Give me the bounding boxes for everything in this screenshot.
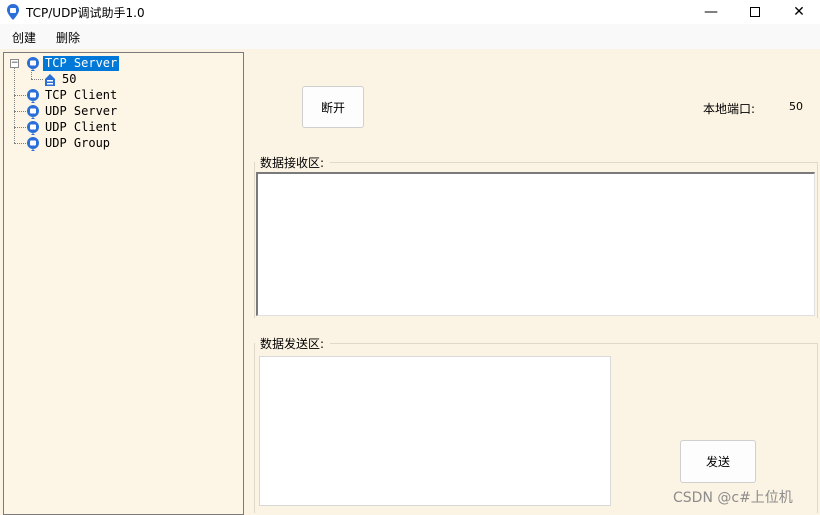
disconnect-label: 断开 — [320, 100, 345, 115]
menu-delete[interactable]: 删除 — [56, 29, 80, 46]
maximize-icon — [750, 7, 760, 17]
tree-node-tcp-server[interactable]: TCP Server — [26, 55, 120, 71]
tree-node-tcp-client[interactable]: TCP Client — [26, 87, 119, 103]
tree-connector — [14, 143, 26, 144]
menu-bar: 创建 删除 — [0, 24, 820, 49]
minimize-icon: — — [704, 4, 718, 20]
connection-tree[interactable]: − TCP Server 50 TCP Client UDP Server UD… — [3, 52, 244, 515]
tree-node-label: TCP Server — [43, 55, 120, 71]
tree-connector — [14, 127, 26, 128]
send-area-label: 数据发送区: — [260, 337, 325, 351]
menu-create[interactable]: 创建 — [12, 29, 36, 46]
maximize-button[interactable] — [732, 0, 778, 24]
window-title: TCP/UDP调试助手1.0 — [26, 6, 145, 20]
network-icon — [27, 120, 39, 135]
tree-node-udp-client[interactable]: UDP Client — [26, 119, 119, 135]
network-icon — [27, 56, 39, 71]
tree-connector — [14, 67, 15, 143]
group-border — [330, 162, 818, 163]
network-icon — [27, 104, 39, 119]
tree-node-label: UDP Client — [45, 119, 118, 134]
send-label: 发送 — [705, 455, 730, 469]
send-textbox[interactable] — [259, 356, 611, 506]
receive-area-label: 数据接收区: — [260, 156, 325, 170]
watermark: CSDN @c#上位机 — [673, 490, 793, 506]
tree-node-connection[interactable]: 50 — [43, 71, 78, 87]
app-icon — [7, 4, 19, 20]
title-bar: TCP/UDP调试助手1.0 — ✕ — [0, 0, 820, 24]
close-icon: ✕ — [793, 4, 805, 20]
tree-connector — [31, 79, 43, 80]
tree-connector — [14, 111, 26, 112]
group-border — [254, 343, 255, 513]
tree-node-label: 50 — [62, 71, 77, 86]
tree-connector — [14, 95, 26, 96]
network-icon — [27, 136, 39, 151]
tree-node-udp-group[interactable]: UDP Group — [26, 135, 112, 151]
tree-node-udp-server[interactable]: UDP Server — [26, 103, 119, 119]
tree-node-label: UDP Group — [45, 135, 111, 150]
connection-icon — [45, 73, 55, 86]
disconnect-button[interactable]: 断开 — [302, 86, 364, 128]
minimize-button[interactable]: — — [688, 0, 734, 24]
close-button[interactable]: ✕ — [776, 0, 820, 24]
local-port-label: 本地端口: — [703, 102, 756, 116]
network-icon — [27, 88, 39, 103]
tree-node-label: TCP Client — [45, 87, 118, 102]
group-border — [330, 343, 818, 344]
group-border — [817, 162, 818, 318]
group-border — [254, 162, 255, 318]
send-button[interactable]: 发送 — [680, 440, 756, 483]
receive-textbox[interactable] — [256, 172, 815, 316]
group-border — [817, 343, 818, 513]
local-port-value: 50 — [789, 100, 803, 113]
tree-node-label: UDP Server — [45, 103, 118, 118]
collapse-toggle[interactable]: − — [10, 59, 19, 68]
